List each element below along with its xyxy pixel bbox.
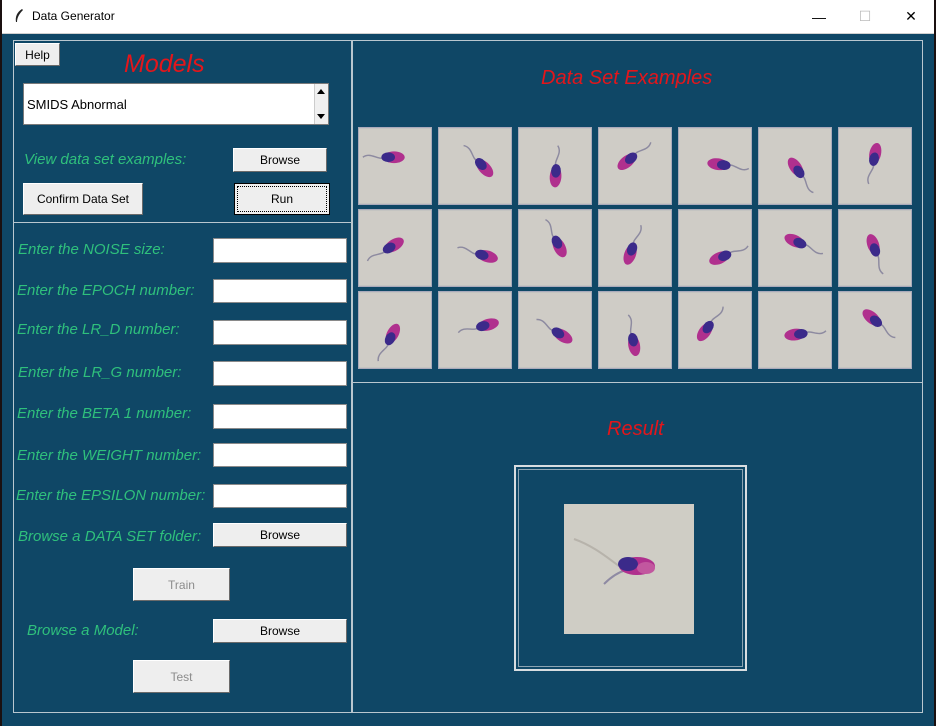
epsilon-input[interactable] [213, 484, 347, 508]
epsilon-label: Enter the EPSILON number: [16, 487, 206, 504]
listbox-scrollbar[interactable] [314, 84, 328, 124]
lr-d-input[interactable] [213, 320, 347, 345]
result-heading: Result [607, 418, 664, 440]
sperm-cell-image [358, 127, 432, 205]
scroll-up-icon[interactable] [317, 89, 325, 94]
noise-input[interactable] [213, 238, 347, 263]
beta1-input[interactable] [213, 404, 347, 429]
sperm-cell-image [838, 127, 912, 205]
confirm-data-set-button[interactable]: Confirm Data Set [23, 183, 143, 215]
scroll-down-icon[interactable] [317, 114, 325, 119]
sperm-cell-image [758, 209, 832, 287]
examples-browse-button[interactable]: Browse [233, 148, 327, 172]
sperm-cell-image [438, 127, 512, 205]
sperm-cell-image [358, 209, 432, 287]
result-image [564, 504, 694, 634]
window-title: Data Generator [32, 9, 115, 23]
sperm-cell-image [678, 209, 752, 287]
weight-input[interactable] [213, 443, 347, 467]
lr-g-input[interactable] [213, 361, 347, 386]
sperm-cell-image [438, 209, 512, 287]
sperm-cell-image [598, 127, 672, 205]
lr-d-label: Enter the LR_D number: [17, 321, 180, 338]
sperm-cell-image [518, 209, 592, 287]
sperm-cell-image [758, 127, 832, 205]
minimize-button[interactable]: — [796, 0, 842, 33]
lr-g-label: Enter the LR_G number: [18, 364, 182, 381]
browse-model-label: Browse a Model: [27, 622, 139, 639]
model-list-item[interactable]: SMIDS Abnormal [27, 97, 127, 112]
model-browse-button[interactable]: Browse [213, 619, 347, 643]
model-listbox[interactable]: SMIDS Abnormal [23, 83, 329, 125]
dataset-browse-button[interactable]: Browse [213, 523, 347, 547]
app-window: Data Generator — ☐ ✕ Help Models SMIDS A… [2, 0, 934, 726]
view-examples-label: View data set examples: [24, 151, 187, 168]
sperm-cell-image [678, 127, 752, 205]
sperm-cell-image [518, 291, 592, 369]
examples-heading: Data Set Examples [541, 67, 713, 89]
models-heading: Models [124, 50, 205, 78]
sperm-cell-image [598, 291, 672, 369]
noise-label: Enter the NOISE size: [18, 241, 165, 258]
sperm-cell-image [518, 127, 592, 205]
sperm-cell-image [358, 291, 432, 369]
title-bar: Data Generator — ☐ ✕ [2, 0, 934, 34]
maximize-icon: ☐ [858, 8, 872, 24]
sperm-cell-image [678, 291, 752, 369]
sperm-cell-image [438, 291, 512, 369]
close-icon: ✕ [905, 8, 917, 24]
run-button[interactable]: Run [234, 183, 330, 215]
sperm-cell-image [758, 291, 832, 369]
help-button[interactable]: Help [15, 43, 60, 66]
epoch-label: Enter the EPOCH number: [17, 282, 195, 299]
close-button[interactable]: ✕ [888, 0, 934, 33]
sperm-cell-image [838, 209, 912, 287]
epoch-input[interactable] [213, 279, 347, 303]
feather-icon [15, 9, 23, 22]
maximize-button[interactable]: ☐ [842, 0, 888, 33]
weight-label: Enter the WEIGHT number: [17, 447, 202, 464]
test-button[interactable]: Test [133, 660, 230, 693]
dataset-folder-label: Browse a DATA SET folder: [18, 528, 202, 545]
train-button[interactable]: Train [133, 568, 230, 601]
minimize-icon: — [812, 8, 826, 25]
beta1-label: Enter the BETA 1 number: [17, 405, 192, 422]
sperm-cell-image [598, 209, 672, 287]
sperm-cell-image [838, 291, 912, 369]
